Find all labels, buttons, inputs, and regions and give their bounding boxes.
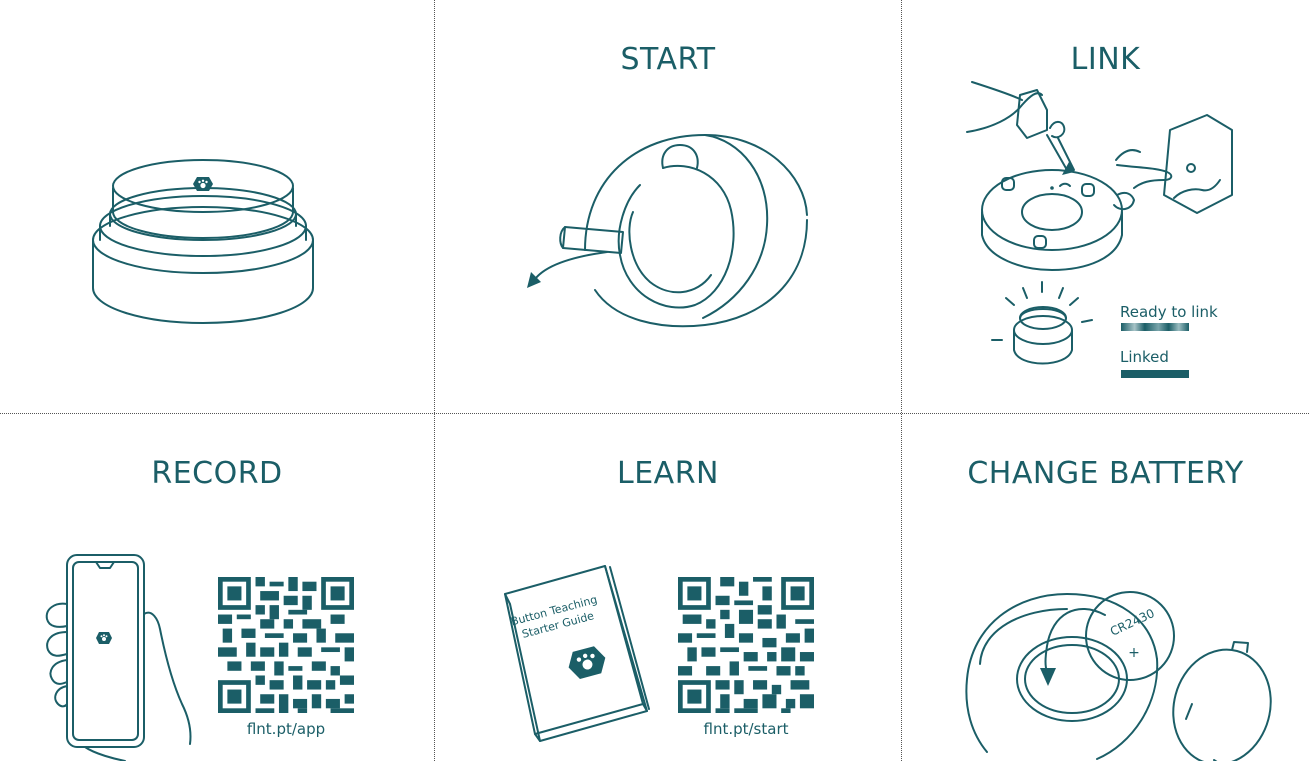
panel-product xyxy=(0,0,434,413)
panel-start: START xyxy=(435,0,901,413)
qr-code-app xyxy=(218,577,354,713)
app-paw-icon xyxy=(96,632,112,644)
panel-change-battery: CHANGE BATTERY CR2430 + xyxy=(902,414,1309,761)
qr-caption-start: flnt.pt/start xyxy=(703,720,789,738)
instruction-sheet: START LINK Ready to link Linked RECORD f… xyxy=(0,0,1309,761)
legend-linked-bar xyxy=(1121,370,1189,378)
qr-code-start xyxy=(678,577,814,713)
button-device-illustration xyxy=(92,159,314,324)
legend-ready-label: Ready to link xyxy=(1120,303,1218,321)
legend-linked-label: Linked xyxy=(1120,348,1169,366)
panel-learn: LEARN Button Teaching Starter Guide flnt… xyxy=(435,414,901,761)
paw-logo-icon xyxy=(193,177,213,191)
legend-ready-bar xyxy=(1121,323,1189,331)
phone-illustration xyxy=(45,554,192,761)
starter-guide-book-illustration: Button Teaching Starter Guide xyxy=(504,565,650,742)
link-illustration xyxy=(966,81,1233,365)
panel-link: LINK Ready to link Linked xyxy=(902,0,1309,413)
start-pull-tab-illustration xyxy=(527,134,808,328)
qr-caption-app: flnt.pt/app xyxy=(246,720,326,738)
battery-polarity: + xyxy=(1128,645,1140,661)
battery-change-illustration: CR2430 + xyxy=(965,591,1272,761)
glowing-button-icon xyxy=(991,281,1093,365)
panel-record: RECORD flnt.pt/app xyxy=(0,414,434,761)
book-paw-icon xyxy=(568,646,606,679)
